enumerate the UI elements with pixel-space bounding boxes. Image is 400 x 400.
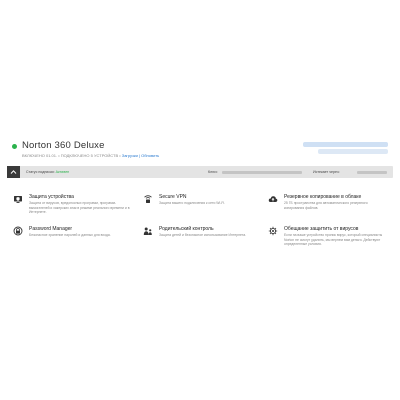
feature-title: Password Manager [29,226,73,232]
feature-title: Защита устройства [29,194,74,200]
product-key-label: Ключ: [208,170,218,174]
shield-device-icon [14,196,22,203]
feature-title: Secure VPN [159,194,187,200]
feature-description: Защита вашего подключения к сети Wi-Fi. [159,201,226,205]
parental-control-icon [143,227,152,235]
subscription-status-bar: Статус подписки: Активен Ключ: Истекает … [7,166,393,178]
feature-title: Резервное копирование в облаке [284,194,362,200]
subscription-status: Статус подписки: Активен [26,170,69,174]
feature-description: Защита детей и безопасное использование … [159,233,247,237]
feature-description: Если на ваше устройство проник вирус, ко… [284,233,383,246]
expiry-value-redacted [357,170,387,174]
cloud-backup-icon [268,196,278,202]
product-title: Norton 360 Deluxe [22,140,105,151]
product-subtitle: ВКЛЮЧЕНО 01.01. • ПОДКЛЮЧЕНО 5 УСТРОЙСТВ… [22,153,159,158]
subscription-status-value: Активен [55,170,70,174]
chevron-up-icon [10,170,17,174]
feature-title: Обещание защитить от вирусов [284,226,359,232]
product-subtitle-link[interactable]: Загрузки | Обновить [122,153,159,158]
feature-title: Родительский контроль [159,226,214,232]
virus-guarantee-icon [268,226,278,236]
product-subtitle-text: ВКЛЮЧЕНО 01.01. • ПОДКЛЮЧЕНО 5 УСТРОЙСТВ… [22,153,122,158]
vpn-lock-icon [144,195,152,203]
feature-description: Защита от вирусов, вредоносных программ,… [29,201,130,214]
collapse-button[interactable] [7,166,20,178]
redacted-text [318,149,388,154]
product-key-value-redacted [222,170,302,174]
subscription-status-label: Статус подписки: [26,170,56,174]
product-header: Norton 360 Deluxe ВКЛЮЧЕНО 01.01. • ПОДК… [12,140,388,162]
password-manager-icon [13,226,23,236]
status-dot [12,144,17,149]
expiry-label: Истекает через: [313,170,340,174]
redacted-text [303,142,388,147]
feature-description: 25 ГБ пространства для автоматического р… [284,201,368,210]
feature-description: Безопасное хранение паролей и данных для… [29,233,111,237]
